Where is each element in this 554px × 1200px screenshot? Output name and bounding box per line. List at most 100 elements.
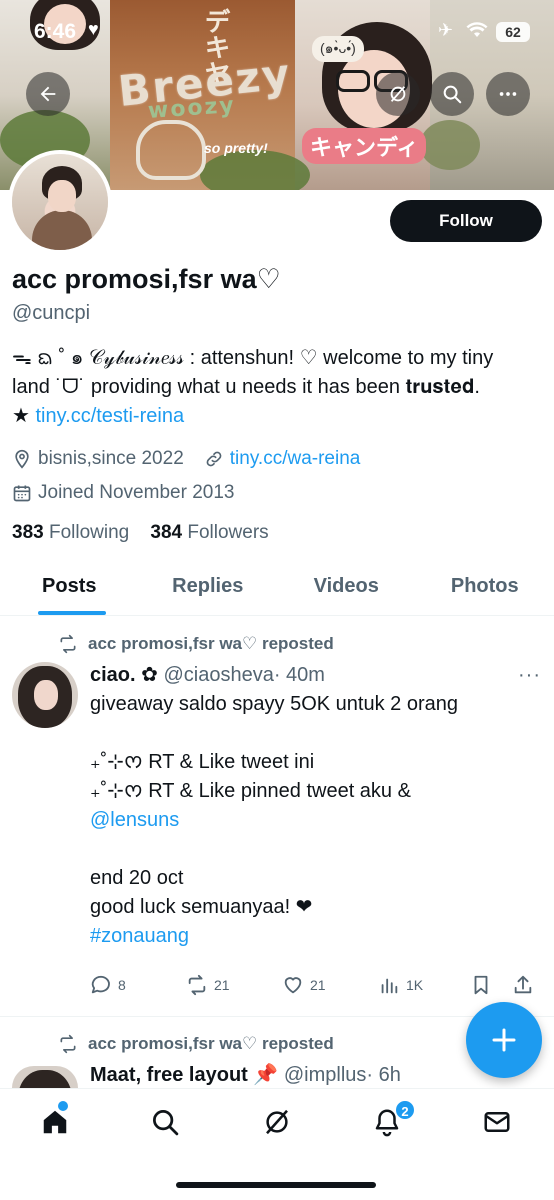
- post-line-gap: [90, 835, 540, 864]
- star-glyph: ★: [12, 405, 36, 427]
- status-bar: 6:46 ♥ ✈ 62: [0, 0, 554, 64]
- post-author-name[interactable]: ciao. ✿: [90, 664, 158, 686]
- post-author-handle[interactable]: @impllus: [284, 1064, 367, 1086]
- calendar-icon: [13, 485, 31, 502]
- post-author-name[interactable]: Maat, free layout 📌: [90, 1064, 278, 1086]
- wifi-icon: [466, 22, 488, 37]
- battery-indicator: 62: [496, 22, 530, 42]
- tab-videos[interactable]: Videos: [277, 558, 416, 615]
- nav-search[interactable]: [150, 1107, 184, 1141]
- like-button[interactable]: 21: [282, 974, 326, 996]
- bio-line: ᯓ ᨳ ˚ ๑ 𝒞𝓎𝒷𝓊𝓈𝒾𝓃𝑒𝓈𝓈 : attenshun! ♡ welcom…: [12, 347, 494, 369]
- repost-indicator[interactable]: acc promosi,fsr wa♡ reposted: [58, 634, 334, 654]
- search-icon: [443, 85, 462, 104]
- compose-button[interactable]: [466, 1002, 542, 1078]
- heart-icon: ♥: [88, 19, 99, 39]
- share-icon: [514, 975, 532, 994]
- tab-replies[interactable]: Replies: [139, 558, 278, 615]
- joined-text: Joined November 2013: [38, 482, 235, 503]
- airplane-icon: ✈: [438, 20, 454, 40]
- post-line: good luck semuanyaa! ❤: [90, 896, 313, 918]
- post-author-avatar[interactable]: [12, 662, 78, 728]
- post-author-avatar[interactable]: [12, 1066, 78, 1088]
- grok-icon: [390, 86, 406, 102]
- bio-link[interactable]: tiny.cc/testi-reina: [36, 405, 185, 427]
- banner-glasses: [336, 70, 370, 92]
- post-line-gap: [90, 719, 540, 748]
- profile-avatar[interactable]: [8, 150, 112, 254]
- repost-icon: [60, 634, 76, 654]
- banner-plant: [420, 120, 480, 170]
- post-header: ciao. ✿ @ciaosheva· 40m: [90, 662, 325, 687]
- views-icon: [381, 978, 398, 994]
- nav-grok[interactable]: [262, 1107, 296, 1141]
- reply-icon: [91, 975, 110, 994]
- following-count: 383: [12, 522, 44, 543]
- tab-photos[interactable]: Photos: [416, 558, 554, 615]
- following-label: Following: [48, 522, 130, 543]
- home-new-indicator: [58, 1101, 68, 1111]
- tab-posts[interactable]: Posts: [0, 558, 139, 615]
- repost-label: acc promosi,fsr wa♡ reposted: [88, 1034, 334, 1053]
- views-count: 1K: [406, 977, 424, 993]
- avatar: [12, 154, 108, 250]
- bio-line: ★ tiny.cc/testi-reina: [12, 402, 542, 431]
- more-icon: [499, 92, 517, 96]
- like-count: 21: [310, 977, 326, 993]
- status-time: 6:46: [34, 20, 77, 43]
- post-text: giveaway saldo spayy 5OK untuk 2 orang ₊…: [90, 690, 540, 951]
- post-time: · 6h: [366, 1064, 401, 1086]
- search-icon: [153, 1110, 179, 1136]
- repost-button[interactable]: 21: [186, 974, 230, 996]
- post-more-icon[interactable]: ···: [518, 664, 541, 687]
- followers-label: Followers: [187, 522, 269, 543]
- post-mention[interactable]: @lensuns: [90, 806, 540, 835]
- link-icon: [206, 451, 222, 467]
- display-name: acc promosi,fsr wa♡: [12, 264, 281, 294]
- repost-icon: [60, 1034, 76, 1054]
- back-button[interactable]: [26, 72, 70, 116]
- follow-counts: 383 Following 384 Followers: [12, 522, 269, 544]
- avatar-face: [34, 680, 58, 710]
- views-button[interactable]: 1K: [378, 974, 423, 996]
- post-hashtag[interactable]: #zonauang: [90, 922, 540, 951]
- location-text: bisnis,since 2022: [38, 448, 184, 469]
- following-link[interactable]: 383 Following: [12, 522, 129, 543]
- post-author-handle[interactable]: @ciaosheva: [163, 664, 273, 686]
- plus-icon: [492, 1028, 516, 1052]
- nav-home[interactable]: [40, 1107, 74, 1141]
- home-icon: [43, 1110, 67, 1134]
- share-button[interactable]: [512, 974, 540, 996]
- website-link[interactable]: tiny.cc/wa-reina: [230, 448, 361, 470]
- reply-button[interactable]: 8: [90, 974, 126, 996]
- grok-icon: [266, 1109, 288, 1135]
- heart-icon: [284, 977, 302, 994]
- post-line: giveaway saldo spayy 5OK untuk 2 orang: [90, 693, 458, 715]
- joined-row: Joined November 2013: [12, 482, 234, 504]
- post-header: Maat, free layout 📌 @impllus· 6h: [90, 1062, 401, 1087]
- banner-candy-text: キャンディ: [302, 128, 427, 164]
- mail-icon: [484, 1112, 510, 1132]
- bookmark-button[interactable]: [470, 974, 498, 996]
- followers-link[interactable]: 384 Followers: [150, 522, 268, 543]
- repost-count: 21: [214, 977, 230, 993]
- avatar-hair: [18, 1070, 72, 1088]
- location-icon: [15, 449, 29, 469]
- bio-line: land ˙ᗜ˙ providing what u needs it has b…: [12, 376, 480, 398]
- banner-caption: so pretty!: [204, 140, 268, 156]
- search-button[interactable]: [430, 72, 474, 116]
- post-line: ₊˚⊹ᰔ RT & Like pinned tweet aku &: [90, 780, 411, 802]
- notification-badge: 2: [394, 1099, 416, 1121]
- nav-messages[interactable]: [482, 1107, 516, 1141]
- follow-button[interactable]: Follow: [390, 200, 542, 242]
- user-handle: @cuncpi: [12, 302, 91, 324]
- banner-cat-doodle: [136, 120, 206, 180]
- repost-indicator[interactable]: acc promosi,fsr wa♡ reposted: [58, 1034, 334, 1054]
- post-divider: [0, 1016, 554, 1017]
- avatar-face: [48, 180, 76, 212]
- grok-button[interactable]: [376, 72, 420, 116]
- post-line: ₊˚⊹ᰔ RT & Like tweet ini: [90, 751, 315, 773]
- arrow-left-icon: [40, 86, 56, 102]
- more-button[interactable]: [486, 72, 530, 116]
- followers-count: 384: [150, 522, 183, 543]
